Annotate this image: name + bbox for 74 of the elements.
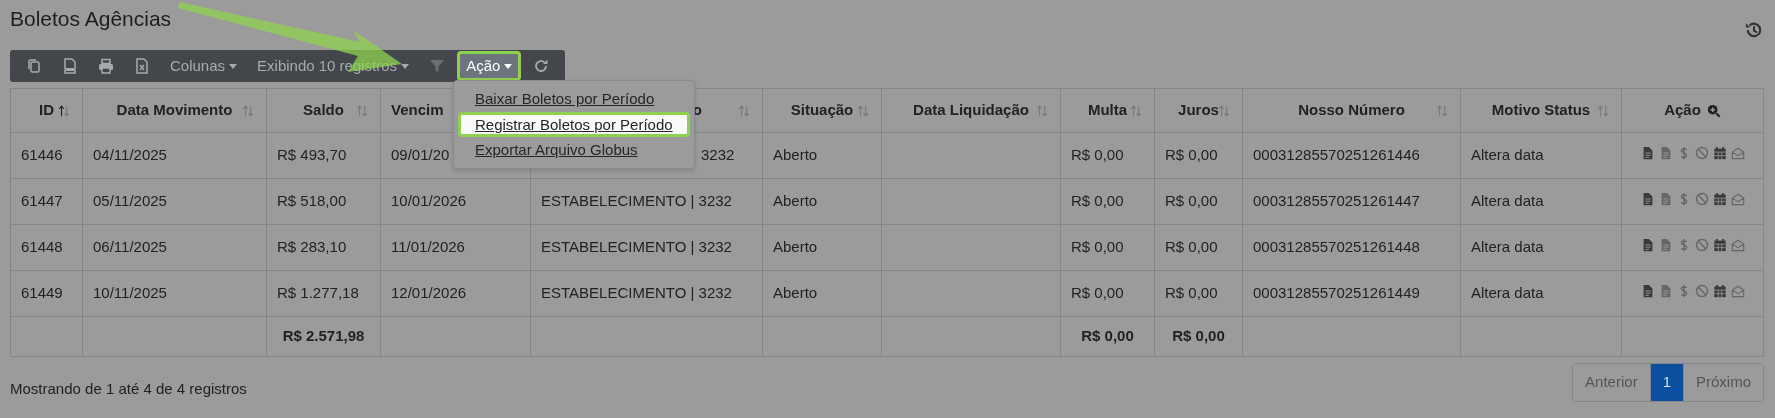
table-cell: 61448 (10, 224, 83, 271)
table-cell: R$ 283,10 (266, 224, 381, 271)
table-cell: Aberto (762, 132, 882, 179)
pagination-button[interactable]: 1 (1649, 364, 1683, 401)
table-cell: R$ 0,00 (1154, 224, 1243, 271)
table-cell: Altera data (1460, 132, 1622, 179)
table-cell: Aberto (762, 270, 882, 317)
prohibited-icon[interactable] (1694, 284, 1709, 299)
copy-icon[interactable] (26, 58, 42, 74)
sort-icon[interactable] (58, 103, 72, 118)
table-cell: R$ 0,00 (1060, 178, 1155, 225)
calendar-icon[interactable] (1712, 146, 1727, 161)
table-cell: 00031285570251261449 (1242, 270, 1461, 317)
page-title: Boletos Agências (10, 6, 172, 32)
prohibited-icon[interactable] (1694, 192, 1709, 207)
table-cell: 04/11/2025 (82, 132, 267, 179)
history-icon[interactable] (1744, 20, 1764, 40)
filter-icon[interactable] (429, 58, 446, 74)
table-cell: 00031285570251261446 (1242, 132, 1461, 179)
menu-item[interactable]: Baixar Boletos por Período (458, 86, 690, 112)
prohibited-icon[interactable] (1694, 238, 1709, 253)
prohibited-icon[interactable] (1694, 146, 1709, 161)
table-cell: Altera data (1460, 270, 1622, 317)
table-cell: R$ 518,00 (266, 178, 381, 225)
calendar-icon[interactable] (1712, 238, 1727, 253)
table-cell: R$ 493,70 (266, 132, 381, 179)
open-envelope-icon[interactable] (1730, 238, 1745, 253)
table-cell: R$ 0,00 (1154, 178, 1243, 225)
table-cell: Altera data (1460, 178, 1622, 225)
table-cell: Altera data (1460, 224, 1622, 271)
pdf-file-icon[interactable] (62, 58, 78, 74)
table-cell: 05/11/2025 (82, 178, 267, 225)
columns-dropdown[interactable]: Colunas (162, 50, 246, 82)
search-plus-icon[interactable] (1706, 103, 1721, 118)
total-cell: R$ 0,00 (1060, 316, 1155, 357)
table-cell: Aberto (762, 224, 882, 271)
records-info: Mostrando de 1 até 4 de 4 registros (10, 379, 247, 399)
table-cell: 61446 (10, 132, 83, 179)
calendar-icon[interactable] (1712, 192, 1727, 207)
column-header[interactable]: ID (39, 99, 54, 122)
table-cell: 00031285570251261447 (1242, 178, 1461, 225)
action-dropdown[interactable]: Ação (457, 50, 522, 82)
column-header[interactable]: Vencim (391, 99, 444, 122)
spreadsheet-file-icon[interactable] (134, 58, 150, 74)
calendar-icon[interactable] (1712, 284, 1727, 299)
column-header[interactable]: Ação (1664, 99, 1701, 122)
table-cell: R$ 0,00 (1060, 270, 1155, 317)
table-cell: ESTABELECIMENTO | 3232 (530, 224, 763, 271)
table-cell: R$ 0,00 (1060, 132, 1155, 179)
table-cell: 61449 (10, 270, 83, 317)
open-envelope-icon[interactable] (1730, 146, 1745, 161)
table-cell: 06/11/2025 (82, 224, 267, 271)
menu-item[interactable]: Registrar Boletos por Período (458, 111, 690, 137)
table-cell: ESTABELECIMENTO | 3232 (530, 178, 763, 225)
open-envelope-icon[interactable] (1730, 284, 1745, 299)
menu-item[interactable]: Exportar Arquivo Globus (458, 137, 690, 163)
table-cell: ESTABELECIMENTO | 3232 (530, 270, 763, 317)
table-cell: R$ 0,00 (1154, 270, 1243, 317)
printer-icon[interactable] (98, 58, 114, 74)
table-cell: 61447 (10, 178, 83, 225)
total-cell: R$ 0,00 (1154, 316, 1243, 357)
total-cell: R$ 2.571,98 (266, 316, 381, 357)
table-cell: 10/11/2025 (82, 270, 267, 317)
table-cell: R$ 0,00 (1060, 224, 1155, 271)
table-cell: Aberto (762, 178, 882, 225)
table-cell: R$ 0,00 (1154, 132, 1243, 179)
refresh-icon[interactable] (533, 58, 550, 74)
table-cell: 12/01/2026 (380, 270, 531, 317)
table-cell: R$ 1.277,18 (266, 270, 381, 317)
table-cell: 11/01/2026 (380, 224, 531, 271)
column-header[interactable]: Saldo (303, 99, 344, 122)
table-cell: 00031285570251261448 (1242, 224, 1461, 271)
table-cell: 10/01/2026 (380, 178, 531, 225)
open-envelope-icon[interactable] (1730, 192, 1745, 207)
